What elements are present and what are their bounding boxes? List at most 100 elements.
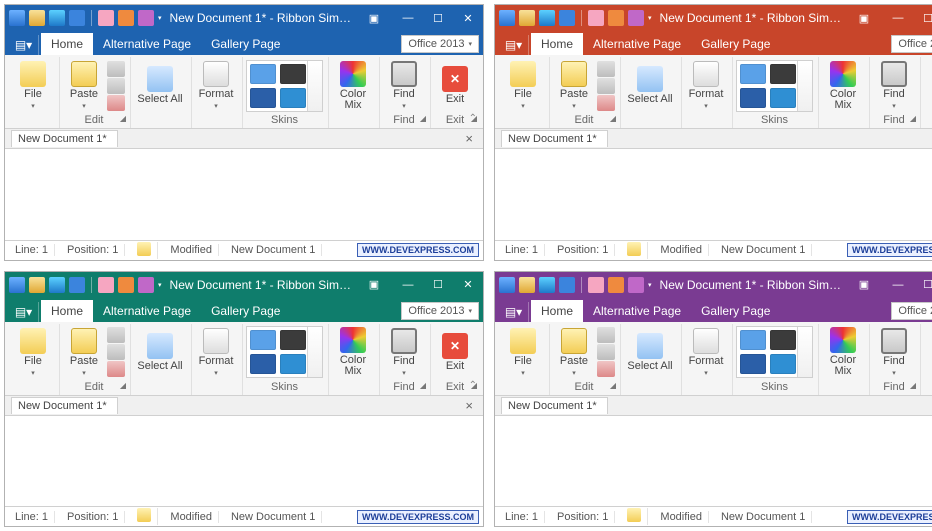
document-tab[interactable]: New Document 1* xyxy=(11,130,118,147)
format-button[interactable]: Format ▾ xyxy=(685,59,727,113)
office-style-selector[interactable]: Office 2013 ▾ xyxy=(891,35,932,53)
file-button[interactable]: File ▾ xyxy=(502,325,544,379)
open-icon[interactable] xyxy=(519,10,535,26)
brand-link[interactable]: WWW.DEVEXPRESS.COM xyxy=(847,243,932,257)
skin-swatch[interactable] xyxy=(250,88,276,108)
select-all-button[interactable]: Select All xyxy=(624,325,676,379)
undo-icon[interactable] xyxy=(69,277,85,293)
undo-icon[interactable] xyxy=(69,10,85,26)
qat-icon-a[interactable] xyxy=(588,277,604,293)
skin-swatch[interactable] xyxy=(740,330,766,350)
app-icon[interactable] xyxy=(9,277,25,293)
cut-icon[interactable] xyxy=(107,61,125,77)
skin-swatch[interactable] xyxy=(770,64,796,84)
maximize-button[interactable]: ☐ xyxy=(423,5,453,31)
file-button[interactable]: File ▾ xyxy=(12,325,54,379)
tab-gallery-page[interactable]: Gallery Page xyxy=(201,300,290,322)
qat-icon-a[interactable] xyxy=(98,277,114,293)
exit-button[interactable]: Exit xyxy=(924,325,932,379)
help-icon[interactable]: ▣ xyxy=(359,272,389,298)
document-tab[interactable]: New Document 1* xyxy=(11,397,118,414)
tab-alternative-page[interactable]: Alternative Page xyxy=(93,300,201,322)
dialog-launcher-icon[interactable]: ◢ xyxy=(420,114,426,123)
qat-icon-b[interactable] xyxy=(608,10,624,26)
skin-swatch[interactable] xyxy=(250,64,276,84)
document-tab[interactable]: New Document 1* xyxy=(501,397,608,414)
file-menu-button[interactable]: ▤▾ xyxy=(499,302,529,322)
clear-icon[interactable] xyxy=(597,361,615,377)
clear-icon[interactable] xyxy=(107,95,125,111)
select-all-button[interactable]: Select All xyxy=(134,325,186,379)
brand-link[interactable]: WWW.DEVEXPRESS.COM xyxy=(847,510,932,524)
paste-button[interactable]: Paste ▾ xyxy=(63,325,105,379)
save-icon[interactable] xyxy=(539,10,555,26)
app-icon[interactable] xyxy=(499,10,515,26)
paste-button[interactable]: Paste ▾ xyxy=(63,59,105,113)
help-icon[interactable]: ▣ xyxy=(849,5,879,31)
dialog-launcher-icon[interactable]: ◢ xyxy=(610,114,616,123)
copy-icon[interactable] xyxy=(107,78,125,94)
exit-button[interactable]: Exit xyxy=(924,59,932,113)
save-icon[interactable] xyxy=(539,277,555,293)
tab-home[interactable]: Home xyxy=(41,33,93,55)
skin-swatch[interactable] xyxy=(770,354,796,374)
dialog-launcher-icon[interactable]: ◢ xyxy=(120,381,126,390)
format-button[interactable]: Format ▾ xyxy=(685,325,727,379)
paste-button[interactable]: Paste ▾ xyxy=(553,59,595,113)
save-icon[interactable] xyxy=(49,10,65,26)
file-menu-button[interactable]: ▤▾ xyxy=(9,302,39,322)
skin-gallery[interactable] xyxy=(246,60,323,112)
tab-home[interactable]: Home xyxy=(531,33,583,55)
maximize-button[interactable]: ☐ xyxy=(913,5,932,31)
help-icon[interactable]: ▣ xyxy=(849,272,879,298)
skin-gallery[interactable] xyxy=(736,60,813,112)
qat-dropdown-icon[interactable]: ▾ xyxy=(648,281,652,289)
open-icon[interactable] xyxy=(29,277,45,293)
brand-link[interactable]: WWW.DEVEXPRESS.COM xyxy=(357,510,479,524)
editor-area[interactable] xyxy=(5,149,483,240)
minimize-button[interactable]: — xyxy=(883,272,913,298)
tab-alternative-page[interactable]: Alternative Page xyxy=(583,300,691,322)
skin-swatch[interactable] xyxy=(280,88,306,108)
format-button[interactable]: Format ▾ xyxy=(195,59,237,113)
qat-icon-b[interactable] xyxy=(118,277,134,293)
close-button[interactable]: ✕ xyxy=(453,5,483,31)
dialog-launcher-icon[interactable]: ◢ xyxy=(420,381,426,390)
close-button[interactable]: ✕ xyxy=(453,272,483,298)
close-document-button[interactable]: × xyxy=(461,131,477,146)
qat-dropdown-icon[interactable]: ▾ xyxy=(648,14,652,22)
file-button[interactable]: File ▾ xyxy=(502,59,544,113)
save-icon[interactable] xyxy=(49,277,65,293)
format-button[interactable]: Format ▾ xyxy=(195,325,237,379)
exit-button[interactable]: Exit xyxy=(434,325,476,379)
file-menu-button[interactable]: ▤▾ xyxy=(499,35,529,55)
copy-icon[interactable] xyxy=(597,344,615,360)
clear-icon[interactable] xyxy=(597,95,615,111)
skin-swatch[interactable] xyxy=(740,64,766,84)
find-button[interactable]: Find ▾ xyxy=(873,325,915,379)
find-button[interactable]: Find ▾ xyxy=(383,325,425,379)
skin-swatch[interactable] xyxy=(770,330,796,350)
qat-icon-c[interactable] xyxy=(138,10,154,26)
tab-alternative-page[interactable]: Alternative Page xyxy=(93,33,201,55)
tab-home[interactable]: Home xyxy=(41,300,93,322)
maximize-button[interactable]: ☐ xyxy=(913,272,932,298)
open-icon[interactable] xyxy=(519,277,535,293)
dialog-launcher-icon[interactable]: ◢ xyxy=(910,381,916,390)
maximize-button[interactable]: ☐ xyxy=(423,272,453,298)
qat-icon-a[interactable] xyxy=(588,10,604,26)
file-menu-button[interactable]: ▤▾ xyxy=(9,35,39,55)
copy-icon[interactable] xyxy=(597,78,615,94)
tab-home[interactable]: Home xyxy=(531,300,583,322)
minimize-button[interactable]: — xyxy=(883,5,913,31)
copy-icon[interactable] xyxy=(107,344,125,360)
cut-icon[interactable] xyxy=(597,327,615,343)
editor-area[interactable] xyxy=(5,416,483,507)
qat-icon-b[interactable] xyxy=(118,10,134,26)
paste-button[interactable]: Paste ▾ xyxy=(553,325,595,379)
find-button[interactable]: Find ▾ xyxy=(873,59,915,113)
editor-area[interactable] xyxy=(495,149,932,240)
skin-swatch[interactable] xyxy=(250,330,276,350)
qat-dropdown-icon[interactable]: ▾ xyxy=(158,281,162,289)
app-icon[interactable] xyxy=(499,277,515,293)
